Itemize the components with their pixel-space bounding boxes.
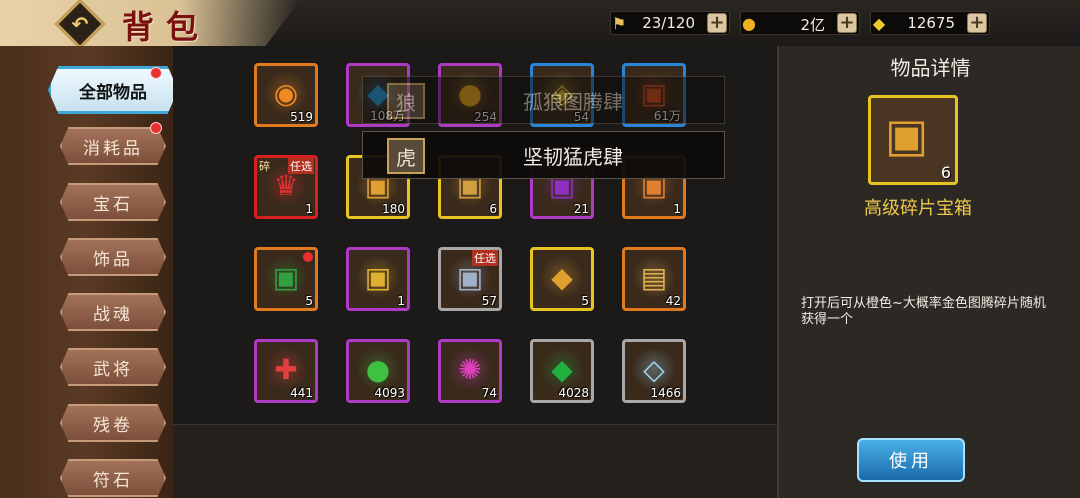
inventory-slot[interactable]: ▣ 1 [346, 247, 410, 311]
page-title: 背包 [122, 8, 211, 46]
inventory-slot[interactable]: ◉ 519 [254, 63, 318, 127]
notification-dot [150, 67, 162, 79]
ingot-counter: ◆ 12675 + [870, 11, 990, 35]
green-orb-icon: ● [356, 347, 400, 391]
selected-item-name: 高级碎片宝箱 [864, 198, 972, 219]
add-ingot-button[interactable]: + [967, 13, 987, 33]
crystal-icon: ◇ [632, 347, 676, 391]
back-arrow-icon: ↶ [71, 12, 89, 36]
inventory-slot[interactable]: ◇ 1466 [622, 339, 686, 403]
tab-scroll-fragments[interactable]: 残卷 [60, 404, 166, 442]
item-count: 1 [673, 202, 681, 216]
optional-choice-tag: 任选 [472, 250, 498, 266]
tab-generals[interactable]: 武将 [60, 348, 166, 386]
use-button[interactable]: 使用 [857, 438, 965, 482]
gold-value: 2亿 [800, 16, 825, 34]
item-count: 441 [290, 386, 313, 400]
capacity-value: 23/120 [642, 14, 695, 32]
tab-war-souls[interactable]: 战魂 [60, 293, 166, 331]
item-popup-wolf: 狼 孤狼图腾肆 [362, 76, 725, 124]
gold-coin-icon: ● [742, 13, 756, 33]
fragment-tag: 碎 [259, 160, 270, 173]
notification-dot [303, 252, 313, 262]
item-detail-panel: 物品详情 ▣ 6 高级碎片宝箱 打开后可从橙色~大概率金色图腾碎片随机获得一个 … [777, 46, 1080, 498]
item-count: 1466 [650, 386, 681, 400]
item-count: 42 [665, 294, 681, 308]
golden-scroll-icon: ▤ [632, 255, 676, 299]
item-count: 180 [382, 202, 405, 216]
optional-choice-tag: 任选 [288, 158, 314, 174]
gold-gem-icon: ◆ [540, 255, 584, 299]
item-count: 519 [290, 110, 313, 124]
inventory-slot[interactable]: ▣ 57 任选 [438, 247, 502, 311]
popup-name: 坚韧猛虎肆 [523, 144, 623, 169]
item-count: 21 [573, 202, 589, 216]
star-fragment-chest-icon: ▣ [885, 108, 929, 162]
orange-orb-icon: ◉ [264, 71, 308, 115]
golden-box-icon: ▣ [356, 255, 400, 299]
gold-ingot-icon: ◆ [872, 13, 886, 33]
selected-item-description: 打开后可从橙色~大概率金色图腾碎片随机获得一个 [801, 296, 1046, 327]
inventory-slot[interactable]: ▣ 5 [254, 247, 318, 311]
popup-name: 孤狼图腾肆 [523, 89, 623, 114]
tab-accessories[interactable]: 饰品 [60, 238, 166, 276]
item-count: 1 [397, 294, 405, 308]
red-puzzle-icon: ✚ [264, 347, 308, 391]
notification-dot [150, 122, 162, 134]
inventory-slot[interactable]: ◆ 4028 [530, 339, 594, 403]
inventory-slot[interactable]: ▤ 42 [622, 247, 686, 311]
green-gem-icon: ◆ [540, 347, 584, 391]
tiger-icon: 虎 [387, 138, 425, 174]
inventory-slot[interactable]: ◆ 5 [530, 247, 594, 311]
item-count: 57 [481, 294, 497, 308]
item-count: 1 [305, 202, 313, 216]
tab-consumables[interactable]: 消耗品 [60, 127, 166, 165]
trophy-icon: ⚑ [611, 13, 627, 33]
gold-counter: ● 2亿 + [740, 11, 860, 35]
pink-energy-icon: ✺ [448, 347, 492, 391]
ingot-value: 12675 [907, 14, 955, 32]
item-popup-tiger: 虎 坚韧猛虎肆 [362, 131, 725, 179]
inventory-slot[interactable]: ● 4093 [346, 339, 410, 403]
item-count: 74 [481, 386, 497, 400]
add-capacity-button[interactable]: + [707, 13, 727, 33]
green-chest-icon: ▣ [264, 255, 308, 299]
item-count: 4028 [558, 386, 589, 400]
item-count: 6 [489, 202, 497, 216]
item-count: 5 [305, 294, 313, 308]
item-count: 4093 [374, 386, 405, 400]
add-gold-button[interactable]: + [837, 13, 857, 33]
inventory-slot[interactable]: ✚ 441 [254, 339, 318, 403]
wolf-icon: 狼 [387, 83, 425, 119]
item-count: 5 [581, 294, 589, 308]
selected-item-count: 6 [940, 163, 951, 182]
inventory-slot[interactable]: ♛ 1 任选碎 [254, 155, 318, 219]
inventory-slot[interactable]: ✺ 74 [438, 339, 502, 403]
detail-title: 物品详情 [890, 56, 971, 80]
tab-gems[interactable]: 宝石 [60, 183, 166, 221]
inventory-footer [173, 424, 777, 498]
capacity-counter: ⚑ 23/120 + [610, 11, 730, 35]
tab-rune-stones[interactable]: 符石 [60, 459, 166, 497]
selected-item-icon: ▣ 6 [868, 95, 958, 185]
